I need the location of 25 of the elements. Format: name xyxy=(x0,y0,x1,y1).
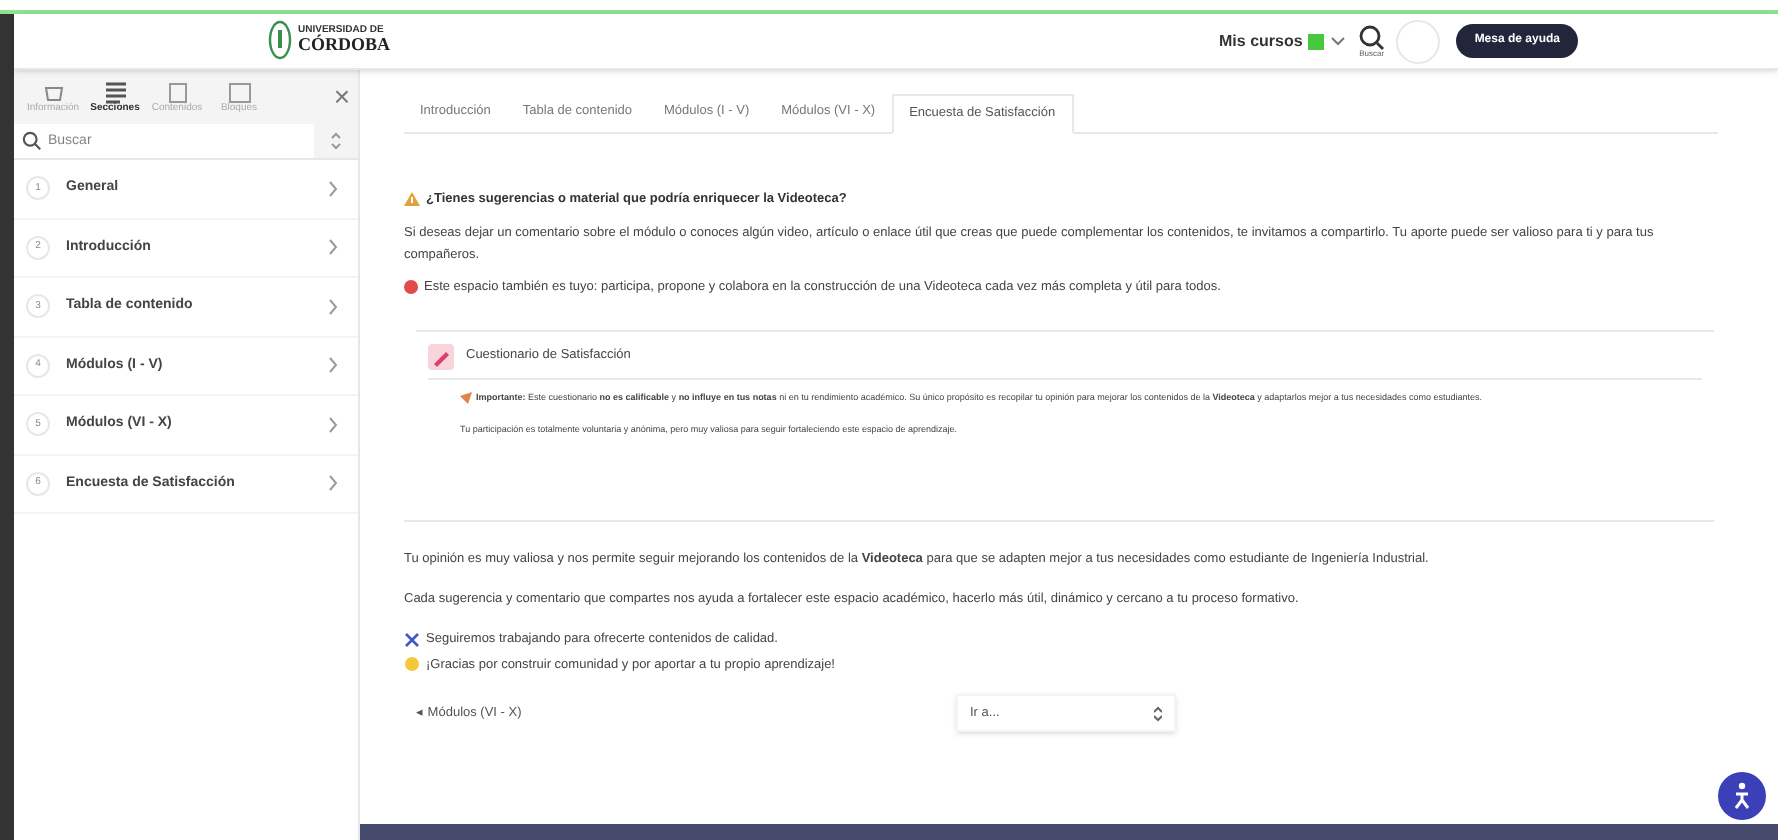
tools-icon xyxy=(404,631,420,648)
search-icon xyxy=(22,129,42,151)
tab-icon xyxy=(101,79,129,103)
square-icon xyxy=(1308,33,1325,49)
pointer-icon xyxy=(460,389,472,403)
quiz-icon xyxy=(428,343,454,369)
accessibility-button[interactable] xyxy=(1718,772,1766,820)
chevron-icon xyxy=(328,238,338,257)
logo-title: CÓRDOBA xyxy=(298,36,391,54)
sort-icon xyxy=(330,131,342,149)
caret-icon xyxy=(1330,34,1347,48)
shield-icon xyxy=(268,20,292,60)
tab-icon xyxy=(163,79,191,103)
sort-icon xyxy=(1154,705,1162,722)
search-icon xyxy=(1358,24,1385,50)
tab-icon xyxy=(225,79,253,103)
chevron-icon xyxy=(328,179,338,198)
warning-icon xyxy=(404,192,420,207)
my-courses-menu[interactable]: Mis cursos xyxy=(1219,29,1347,53)
chevron-icon xyxy=(328,356,338,375)
chevron-icon xyxy=(328,415,338,434)
chevron-icon xyxy=(328,297,338,316)
close-button[interactable]: × xyxy=(333,82,350,110)
dot-icon xyxy=(404,280,418,295)
chevron-icon xyxy=(328,474,338,493)
